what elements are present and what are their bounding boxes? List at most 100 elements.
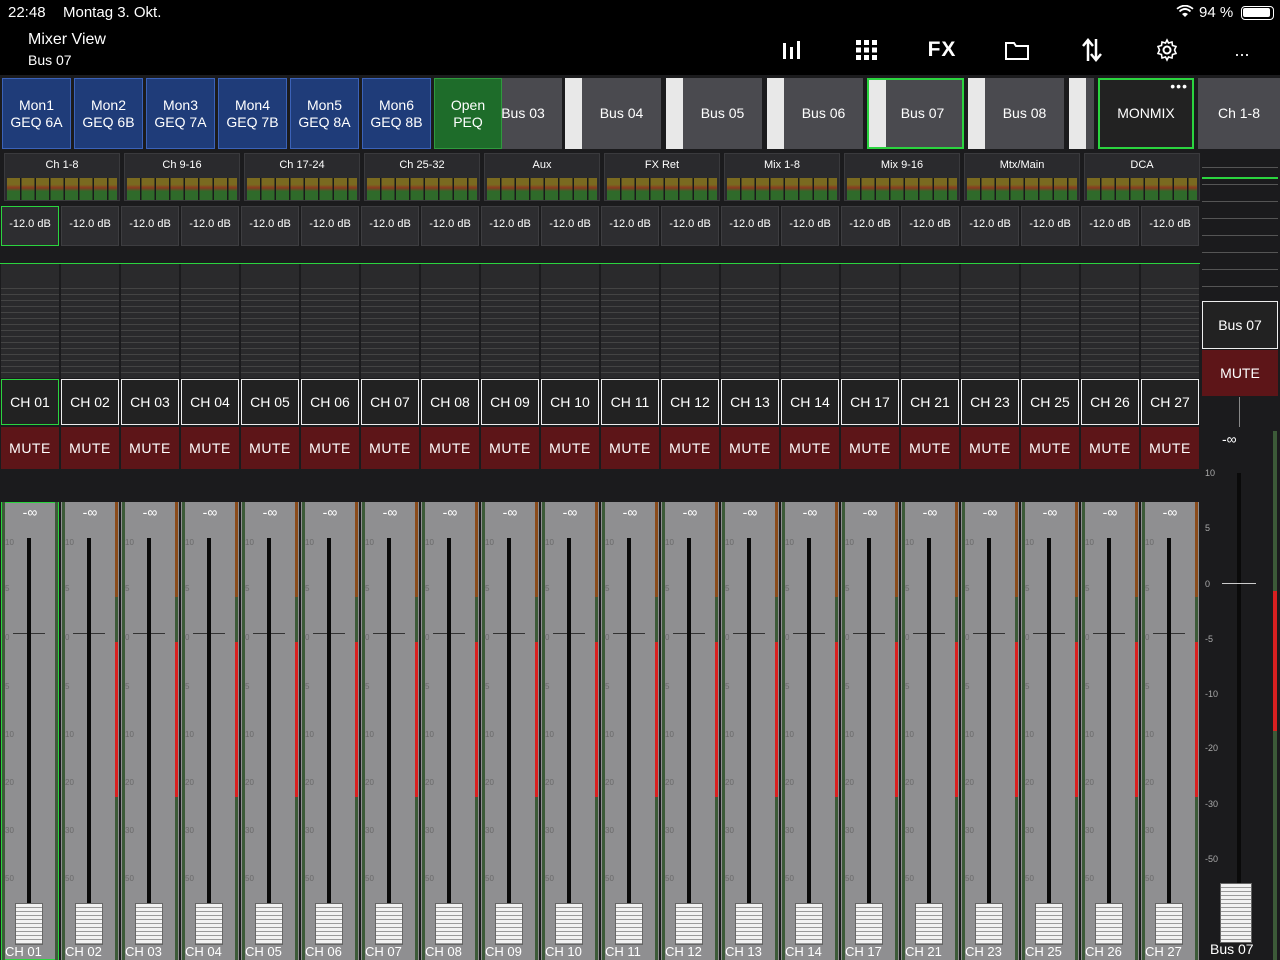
fader-track[interactable] <box>1047 538 1051 943</box>
gain-value[interactable]: -12.0 dB <box>1141 206 1199 246</box>
fader-track[interactable] <box>927 538 931 943</box>
channel-name[interactable]: CH 02 <box>61 379 119 425</box>
mute-button[interactable]: MUTE <box>301 427 359 469</box>
mute-button[interactable]: MUTE <box>961 427 1019 469</box>
eq-band-display[interactable] <box>361 264 419 378</box>
fader-cap[interactable] <box>1095 903 1123 945</box>
fader-track[interactable] <box>567 538 571 943</box>
eq-band-display[interactable] <box>241 264 299 378</box>
mixer-icon[interactable] <box>775 33 809 67</box>
layer-tab[interactable]: Mix 1-8 <box>724 153 840 201</box>
channel-fader-strip[interactable]: -∞ 10 5 0 5 10 20 30 50 CH 04 <box>181 502 239 960</box>
mute-button[interactable]: MUTE <box>661 427 719 469</box>
gain-value[interactable]: -12.0 dB <box>901 206 959 246</box>
master-fader-track[interactable] <box>1237 473 1241 933</box>
mute-button[interactable]: MUTE <box>241 427 299 469</box>
open-peq-button[interactable]: Open PEQ <box>434 78 502 149</box>
monmix-dots-icon[interactable]: ••• <box>1170 78 1188 95</box>
eq-band-display[interactable] <box>61 264 119 378</box>
layer-tab[interactable]: DCA <box>1084 153 1200 201</box>
fader-cap[interactable] <box>855 903 883 945</box>
fader-cap[interactable] <box>375 903 403 945</box>
layer-tab[interactable]: Mtx/Main <box>964 153 1080 201</box>
eq-band-display[interactable] <box>901 264 959 378</box>
fader-track[interactable] <box>87 538 91 943</box>
fader-cap[interactable] <box>255 903 283 945</box>
channel-fader-strip[interactable]: -∞ 10 5 0 5 10 20 30 50 CH 10 <box>541 502 599 960</box>
channel-fader-strip[interactable]: -∞ 10 5 0 5 10 20 30 50 CH 12 <box>661 502 719 960</box>
fader-cap[interactable] <box>795 903 823 945</box>
layer-tab[interactable]: FX Ret <box>604 153 720 201</box>
eq-band-display[interactable] <box>661 264 719 378</box>
grid-icon[interactable] <box>850 33 884 67</box>
fader-cap[interactable] <box>195 903 223 945</box>
channel-fader-strip[interactable]: -∞ 10 5 0 5 10 20 30 50 CH 02 <box>61 502 119 960</box>
fader-track[interactable] <box>147 538 151 943</box>
gain-value[interactable]: -12.0 dB <box>541 206 599 246</box>
mute-button[interactable]: MUTE <box>841 427 899 469</box>
eq-band-display[interactable] <box>1081 264 1139 378</box>
transfer-icon[interactable] <box>1075 33 1109 67</box>
channel-fader-strip[interactable]: -∞ 10 5 0 5 10 20 30 50 CH 26 <box>1081 502 1139 960</box>
folder-icon[interactable] <box>1000 33 1034 67</box>
fader-track[interactable] <box>327 538 331 943</box>
fader-cap[interactable] <box>675 903 703 945</box>
mute-button[interactable]: MUTE <box>781 427 839 469</box>
gain-value[interactable]: -12.0 dB <box>241 206 299 246</box>
fader-track[interactable] <box>687 538 691 943</box>
gain-value[interactable]: -12.0 dB <box>301 206 359 246</box>
channel-name[interactable]: CH 21 <box>901 379 959 425</box>
layer-tab[interactable]: Ch 9-16 <box>124 153 240 201</box>
mute-button[interactable]: MUTE <box>1 427 59 469</box>
channel-name[interactable]: CH 06 <box>301 379 359 425</box>
fader-cap[interactable] <box>75 903 103 945</box>
fader-track[interactable] <box>1107 538 1111 943</box>
fader-track[interactable] <box>207 538 211 943</box>
eq-band-display[interactable] <box>421 264 479 378</box>
channel-name[interactable]: CH 07 <box>361 379 419 425</box>
eq-band-display[interactable] <box>781 264 839 378</box>
eq-band-display[interactable] <box>721 264 779 378</box>
gain-value[interactable]: -12.0 dB <box>601 206 659 246</box>
mute-button[interactable]: MUTE <box>181 427 239 469</box>
bus-mon3-button[interactable]: Mon3 GEQ 7A <box>146 78 215 149</box>
monmix-button[interactable]: MONMIX ••• <box>1098 78 1194 149</box>
fader-cap[interactable] <box>435 903 463 945</box>
mute-button[interactable]: MUTE <box>541 427 599 469</box>
layer-tab[interactable]: Ch 25-32 <box>364 153 480 201</box>
layer-tab[interactable]: Aux <box>484 153 600 201</box>
fader-cap[interactable] <box>495 903 523 945</box>
channel-fader-strip[interactable]: -∞ 10 5 0 5 10 20 30 50 CH 07 <box>361 502 419 960</box>
eq-band-display[interactable] <box>541 264 599 378</box>
channel-name[interactable]: CH 27 <box>1141 379 1199 425</box>
more-button[interactable]: ... <box>1225 33 1259 67</box>
channel-fader-strip[interactable]: -∞ 10 5 0 5 10 20 30 50 CH 17 <box>841 502 899 960</box>
gain-value[interactable]: -12.0 dB <box>361 206 419 246</box>
channel-name[interactable]: CH 09 <box>481 379 539 425</box>
fader-track[interactable] <box>267 538 271 943</box>
gain-value[interactable]: -12.0 dB <box>121 206 179 246</box>
channel-name[interactable]: CH 14 <box>781 379 839 425</box>
channel-name[interactable]: CH 04 <box>181 379 239 425</box>
mute-button[interactable]: MUTE <box>1021 427 1079 469</box>
gain-value[interactable]: -12.0 dB <box>421 206 479 246</box>
channel-name[interactable]: CH 17 <box>841 379 899 425</box>
channel-name[interactable]: CH 12 <box>661 379 719 425</box>
fader-cap[interactable] <box>735 903 763 945</box>
channel-name[interactable]: CH 08 <box>421 379 479 425</box>
channel-fader-strip[interactable]: -∞ 10 5 0 5 10 20 30 50 CH 27 <box>1141 502 1199 960</box>
fader-cap[interactable] <box>615 903 643 945</box>
gain-value[interactable]: -12.0 dB <box>1081 206 1139 246</box>
mute-button[interactable]: MUTE <box>361 427 419 469</box>
gain-value[interactable]: -12.0 dB <box>961 206 1019 246</box>
fader-track[interactable] <box>447 538 451 943</box>
eq-band-display[interactable] <box>1021 264 1079 378</box>
bus-mon1-button[interactable]: Mon1 GEQ 6A <box>2 78 71 149</box>
bus-mon2-button[interactable]: Mon2 GEQ 6B <box>74 78 143 149</box>
channel-fader-strip[interactable]: -∞ 10 5 0 5 10 20 30 50 CH 11 <box>601 502 659 960</box>
eq-band-display[interactable] <box>1141 264 1199 378</box>
fx-icon[interactable]: FX <box>925 33 959 67</box>
bus-mon5-button[interactable]: Mon5 GEQ 8A <box>290 78 359 149</box>
fader-cap[interactable] <box>1035 903 1063 945</box>
channel-fader-strip[interactable]: -∞ 10 5 0 5 10 20 30 50 CH 05 <box>241 502 299 960</box>
